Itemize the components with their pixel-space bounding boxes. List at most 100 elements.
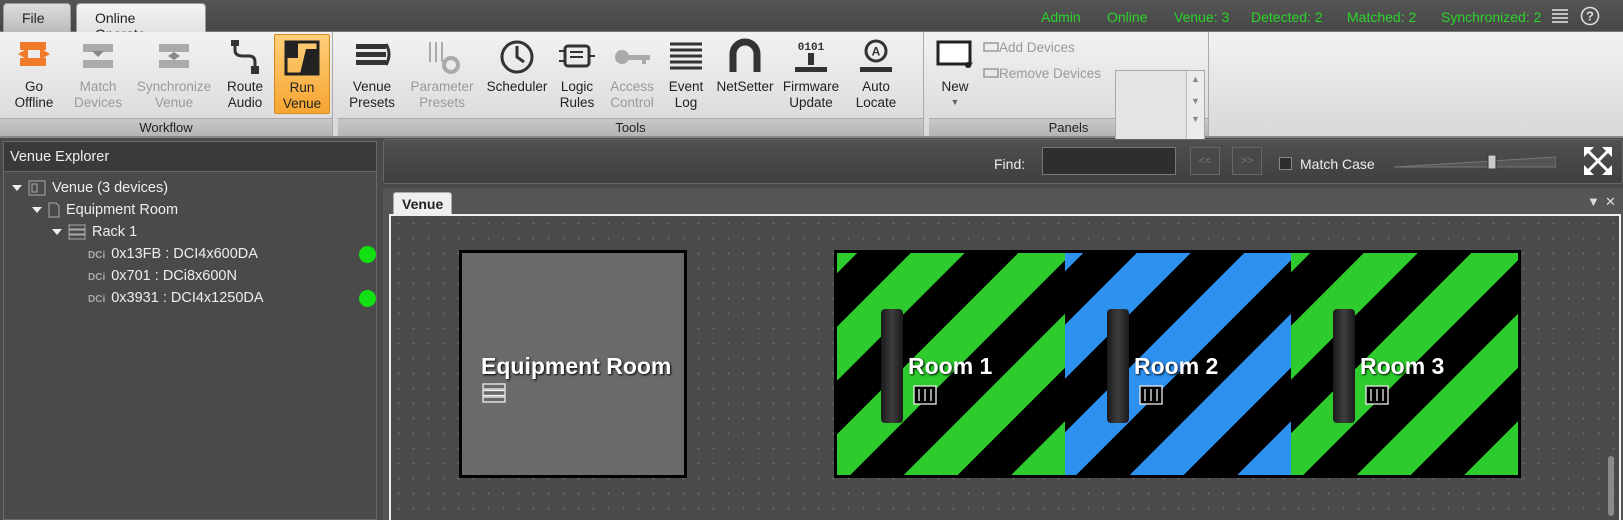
equipment-room-label: Equipment Room (66, 202, 179, 218)
go-offline-button[interactable]: Go Offline (6, 34, 62, 116)
gallery-scrollbar[interactable]: ▲ ▼ ▼ (1186, 71, 1204, 143)
find-next-button[interactable]: >> (1232, 147, 1262, 175)
match-case-label: Match Case (1300, 156, 1375, 172)
ribbon: Go Offline Match Devices Synchronize Ven… (0, 32, 1623, 144)
svg-text:0101: 0101 (798, 42, 825, 54)
run-venue-label-2: Venue (282, 95, 322, 111)
netsetter-button[interactable]: NetSetter (712, 34, 778, 116)
remove-devices-label: Remove Devices (999, 66, 1102, 81)
new-panel-button[interactable]: New ▼ (933, 34, 977, 116)
match-devices-label-2: Devices (73, 94, 122, 110)
match-case-checkbox[interactable] (1279, 157, 1292, 170)
match-devices-button[interactable]: Match Devices (66, 34, 130, 116)
panels-gallery[interactable]: ▲ ▼ ▼ (1115, 70, 1205, 144)
event-log-label-2: Log (674, 94, 698, 110)
venue-presets-button[interactable]: Venue Presets (342, 34, 402, 116)
fullscreen-icon[interactable] (1582, 145, 1614, 177)
online-status-dot (359, 246, 376, 263)
firmware-update-label-2: Update (789, 94, 833, 110)
match-devices-icon (83, 44, 113, 68)
event-log-button[interactable]: Event Log (664, 34, 708, 116)
svg-text:A: A (872, 45, 881, 59)
tab-venue[interactable]: Venue (393, 192, 453, 214)
magnet-icon (729, 38, 761, 72)
tree-node-device[interactable]: DCi 0x13FB : DCI4x600DA (88, 246, 258, 266)
logic-rules-icon (559, 44, 595, 68)
route-audio-label-2: Audio (227, 94, 263, 110)
room-2-block[interactable]: Room 2 (1065, 250, 1291, 478)
dci-device-icon: DCi (88, 250, 106, 261)
tools-group: Venue Presets Parameter Presets Schedule… (338, 32, 924, 136)
go-offline-label-2: Offline (14, 94, 54, 110)
venue-label: Venue (3 devices) (52, 180, 169, 196)
parameter-presets-icon (429, 42, 460, 74)
chevron-down-icon[interactable]: ▼ (1187, 96, 1204, 106)
auto-locate-label-1: Auto (862, 79, 890, 94)
tab-menu-icon[interactable]: ▼ (1587, 194, 1600, 209)
expand-icon[interactable] (12, 185, 22, 192)
room-3-block[interactable]: Room 3 (1291, 250, 1521, 478)
rack-icon (482, 383, 506, 403)
mixer-icon (913, 385, 937, 405)
tools-group-label: Tools (338, 118, 923, 136)
add-devices-button[interactable]: Add Devices (983, 40, 1075, 55)
tab-file[interactable]: File (3, 3, 71, 32)
document-area: Venue ▼ ✕ Equipment Room Room 1 Room 2 R… (383, 188, 1623, 520)
new-dropdown-icon: ▼ (950, 96, 960, 107)
room-icon (48, 202, 60, 218)
room-2-title: Room 2 (1134, 353, 1219, 379)
close-icon[interactable]: ✕ (1605, 194, 1616, 210)
find-input[interactable] (1042, 147, 1176, 175)
event-log-label-1: Event (668, 79, 704, 94)
equipment-room-block[interactable]: Equipment Room (459, 250, 687, 478)
logic-rules-button[interactable]: Logic Rules (554, 34, 600, 116)
run-venue-button[interactable]: Run Venue (274, 34, 330, 114)
status-synchronized: Synchronized: 2 (1441, 9, 1542, 25)
find-previous-button[interactable]: << (1190, 147, 1220, 175)
help-icon[interactable]: ? (1580, 6, 1600, 26)
speaker-icon (1107, 309, 1129, 423)
auto-locate-icon: A (860, 39, 892, 72)
parameter-presets-button[interactable]: Parameter Presets (406, 34, 478, 116)
gallery-expand-icon[interactable]: ▼ (1187, 114, 1204, 124)
go-offline-label-1: Go (24, 79, 43, 94)
tree-node-rack[interactable]: Rack 1 (52, 224, 137, 244)
room-1-block[interactable]: Room 1 (834, 250, 1065, 478)
scheduler-button[interactable]: Scheduler (484, 34, 550, 116)
auto-locate-button[interactable]: A Auto Locate (846, 34, 906, 116)
workflow-group-label: Workflow (0, 118, 332, 136)
list-menu-icon[interactable] (1550, 6, 1570, 26)
tree-node-device[interactable]: DCi 0x3931 : DCI4x1250DA (88, 290, 264, 310)
dci-device-icon: DCi (88, 272, 106, 283)
clock-icon (500, 40, 534, 74)
route-audio-button[interactable]: Route Audio (218, 34, 272, 116)
tree-node-equipment-room[interactable]: Equipment Room (32, 202, 178, 222)
venue-presets-label-1: Venue (352, 79, 392, 94)
expand-icon[interactable] (52, 229, 62, 236)
match-devices-label-1: Match (79, 79, 117, 94)
tree-node-venue[interactable]: Venue (3 devices) (12, 180, 168, 200)
svg-text:?: ? (1586, 9, 1594, 24)
speaker-icon (1333, 309, 1355, 423)
app-window: File Online Operate Admin Online Venue: … (0, 0, 1623, 520)
venue-explorer-panel: Venue Explorer Venue (3 devices) Equipme… (3, 141, 377, 520)
zoom-slider-thumb[interactable] (1487, 155, 1497, 169)
remove-devices-button[interactable]: Remove Devices (983, 66, 1101, 81)
mixer-icon (1365, 385, 1389, 405)
venue-canvas[interactable]: Equipment Room Room 1 Room 2 Room 3 (389, 214, 1621, 520)
venue-presets-label-2: Presets (349, 94, 395, 110)
tree-node-device[interactable]: DCi 0x701 : DCi8x600N (88, 268, 237, 288)
access-control-button[interactable]: Access Control (604, 34, 660, 116)
synchronize-venue-button[interactable]: Synchronize Venue (134, 34, 214, 116)
chevron-up-icon[interactable]: ▲ (1187, 74, 1204, 84)
zoom-slider[interactable] (1394, 155, 1556, 169)
key-icon (615, 50, 650, 64)
canvas-scrollbar[interactable] (1608, 456, 1614, 516)
room-1-title: Room 1 (908, 353, 993, 379)
status-mode: Online (1107, 9, 1148, 25)
firmware-update-button[interactable]: 0101 Firmware Update (780, 34, 842, 116)
tab-online-operate[interactable]: Online Operate (76, 3, 206, 42)
expand-icon[interactable] (32, 207, 42, 214)
dci-device-icon: DCi (88, 294, 106, 305)
add-devices-label: Add Devices (999, 40, 1075, 55)
